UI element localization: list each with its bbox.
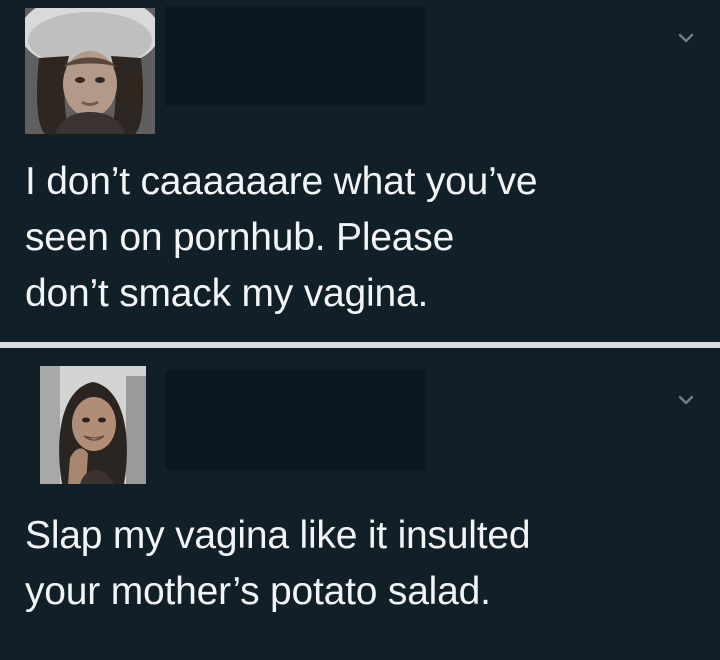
avatar-photo bbox=[25, 8, 155, 134]
chevron-down-icon[interactable] bbox=[674, 388, 698, 412]
redacted-name bbox=[165, 370, 425, 470]
avatar-photo bbox=[40, 366, 146, 484]
post-first: I don’t caaaaaare what you’ve seen on po… bbox=[0, 0, 720, 342]
chevron-down-icon[interactable] bbox=[674, 26, 698, 50]
redacted-name bbox=[165, 6, 425, 106]
post-second: Slap my vagina like it insulted your mot… bbox=[0, 348, 720, 660]
post-text: I don’t caaaaaare what you’ve seen on po… bbox=[25, 160, 538, 315]
avatar[interactable] bbox=[25, 8, 155, 134]
avatar[interactable] bbox=[40, 366, 146, 484]
post-text: Slap my vagina like it insulted your mot… bbox=[25, 514, 531, 613]
